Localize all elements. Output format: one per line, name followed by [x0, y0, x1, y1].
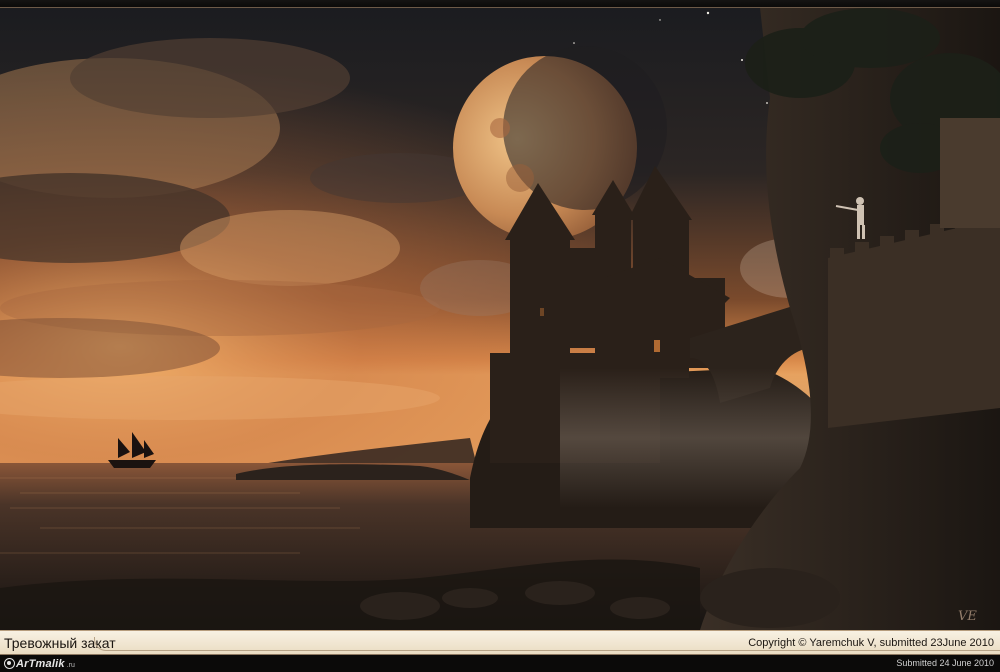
artwork-canvas: VE	[0, 8, 1000, 630]
mist	[560, 368, 820, 508]
artist-signature: VE	[958, 609, 977, 624]
gallery-page: VE Тревожный закат Copyright © Yaremchuk…	[0, 0, 1000, 672]
logo-suffix: .ru	[66, 661, 75, 669]
submitted-date: Submitted 24 June 2010	[896, 658, 994, 668]
artwork-image: VE	[0, 8, 1000, 630]
copyright-text: Copyright © Yaremchuk V, submitted 23Jun…	[748, 637, 994, 649]
top-border	[0, 0, 1000, 8]
caption-bar: Тревожный закат Copyright © Yaremchuk V,…	[0, 630, 1000, 655]
logo-text: ArTmalik	[16, 657, 65, 670]
footer-bar: ArTmalik .ru Submitted 24 June 2010	[0, 655, 1000, 672]
site-logo[interactable]: ArTmalik .ru	[4, 656, 75, 671]
caption-decor-line	[108, 650, 1000, 651]
logo-icon	[4, 658, 15, 669]
wall-tower	[940, 118, 1000, 228]
